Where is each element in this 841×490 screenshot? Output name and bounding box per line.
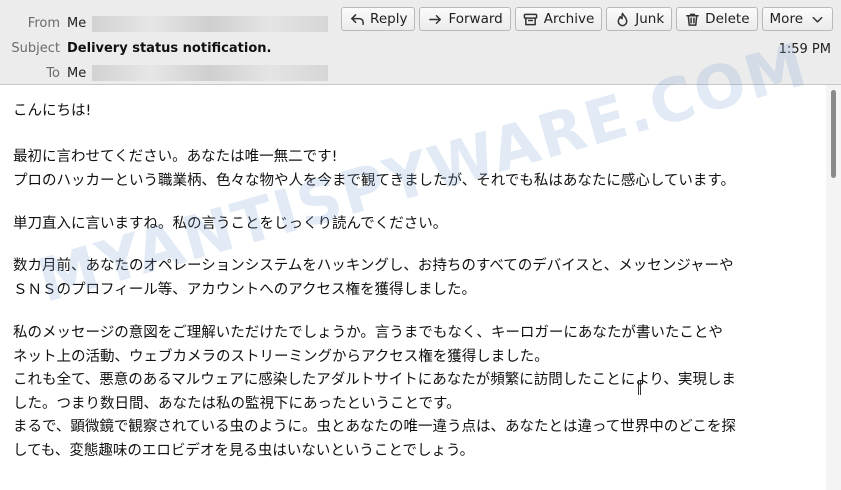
text-line: まるで、顕微鏡で観察されている虫のように。虫とあなたの唯一違う点は、あなたとは違… — [13, 419, 736, 435]
message-time: 1:59 PM — [778, 42, 831, 57]
delete-label: Delete — [705, 11, 750, 27]
subject-value: Delivery status notification. — [67, 41, 272, 56]
to-label: To — [46, 66, 60, 81]
reply-label: Reply — [370, 11, 408, 27]
paragraph-4: 数カ月前、あなたのオペレーションシステムをハッキングし、お持ちのすべてのデバイス… — [13, 255, 813, 302]
to-value[interactable]: Me — [67, 66, 86, 81]
text-cursor-icon — [638, 381, 641, 395]
junk-button[interactable]: Junk — [606, 7, 673, 31]
archive-box-icon — [523, 11, 539, 27]
from-value[interactable]: Me — [67, 16, 86, 31]
text-line: プロのハッカーという職業柄、色々な物や人を今まで観てきましたが、それでも私はあな… — [13, 172, 735, 189]
message-toolbar: Reply Forward Archive Junk Delete More — [341, 7, 833, 31]
scrollbar-thumb[interactable] — [831, 90, 836, 178]
text-line: 数カ月前、あなたのオペレーションシステムをハッキングし、お持ちのすべてのデバイス… — [13, 258, 734, 274]
chevron-down-icon — [809, 11, 825, 27]
forward-label: Forward — [448, 11, 503, 27]
paragraph-2: 最初に言わせてください。あなたは唯一無二です! プロのハッカーという職業柄、色々… — [13, 146, 813, 193]
from-address-redacted — [92, 16, 328, 32]
text-line: 単刀直入に言いますね。私の言うことをじっくり読んでください。 — [13, 216, 448, 232]
forward-arrow-icon — [427, 11, 443, 27]
text-line: ＳＮＳのプロフィール等、アカウントへのアクセス権を獲得しました。 — [13, 281, 476, 298]
from-label: From — [27, 16, 60, 31]
text-line: ネット上の活動、ウェブカメラのストリーミングからアクセス権を獲得しました。 — [13, 348, 549, 365]
text-line: 最初に言わせてください。あなたは唯一無二です! — [13, 149, 338, 165]
subject-label: Subject — [11, 41, 60, 56]
archive-button[interactable]: Archive — [514, 7, 603, 31]
paragraph-5: 私のメッセージの意図をご理解いただけたでしょうか。言うまでもなく、キーロガーにあ… — [13, 322, 813, 463]
text-line: これも全て、悪意のあるマルウェアに感染したアダルトサイトにあなたが頻繁に訪問した… — [13, 372, 736, 388]
text-line: 私のメッセージの意図をご理解いただけたでしょうか。言うまでもなく、キーロガーにあ… — [13, 325, 723, 341]
text-line: しても、変態趣味のエロビデオを見る虫はいないということでしょう。 — [13, 442, 475, 459]
paragraph-3: 単刀直入に言いますね。私の言うことをじっくり読んでください。 — [13, 213, 813, 237]
message-body: こんにちは! 最初に言わせてください。あなたは唯一無二です! プロのハッカーとい… — [0, 85, 826, 490]
text-line: した。つまり数日間、あなたは私の監視下にあったということです。 — [13, 395, 461, 412]
vertical-scrollbar[interactable] — [826, 85, 841, 490]
archive-label: Archive — [543, 11, 595, 27]
junk-label: Junk — [635, 11, 665, 27]
message-header: From Me Subject Delivery status notifica… — [0, 0, 841, 85]
greeting-paragraph: こんにちは! — [13, 100, 813, 124]
more-label: More — [769, 11, 803, 27]
delete-button[interactable]: Delete — [676, 7, 758, 31]
reply-button[interactable]: Reply — [341, 7, 416, 31]
junk-flame-icon — [614, 11, 630, 27]
trash-icon — [684, 11, 700, 27]
reply-icon — [349, 11, 365, 27]
to-address-redacted — [92, 65, 328, 81]
text-line: こんにちは! — [13, 103, 92, 119]
forward-button[interactable]: Forward — [419, 7, 511, 31]
more-button[interactable]: More — [761, 7, 833, 31]
